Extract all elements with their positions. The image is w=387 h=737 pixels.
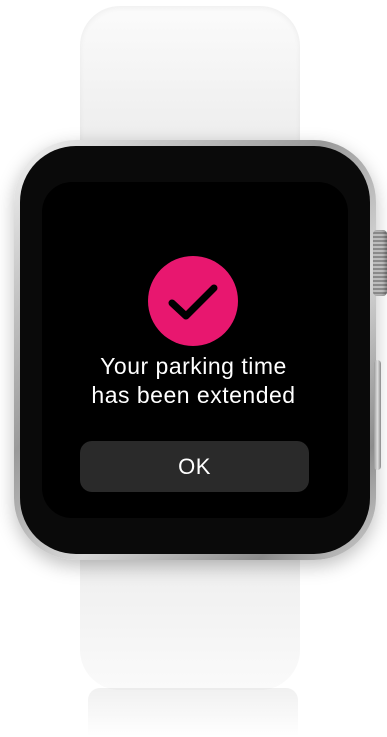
watch-bezel [20, 146, 370, 554]
watch-case [14, 140, 376, 560]
alert-message: Your parking time has been extended [60, 352, 327, 410]
side-button[interactable] [374, 360, 381, 470]
watch-mockup: Your parking time has been extended OK [0, 0, 387, 737]
alert-message-line-1: Your parking time [100, 353, 287, 379]
digital-crown[interactable] [373, 230, 387, 296]
band-shadow [88, 688, 298, 737]
ok-button[interactable]: OK [80, 441, 309, 492]
alert-message-line-2: has been extended [91, 382, 296, 408]
checkmark-icon [148, 256, 238, 346]
